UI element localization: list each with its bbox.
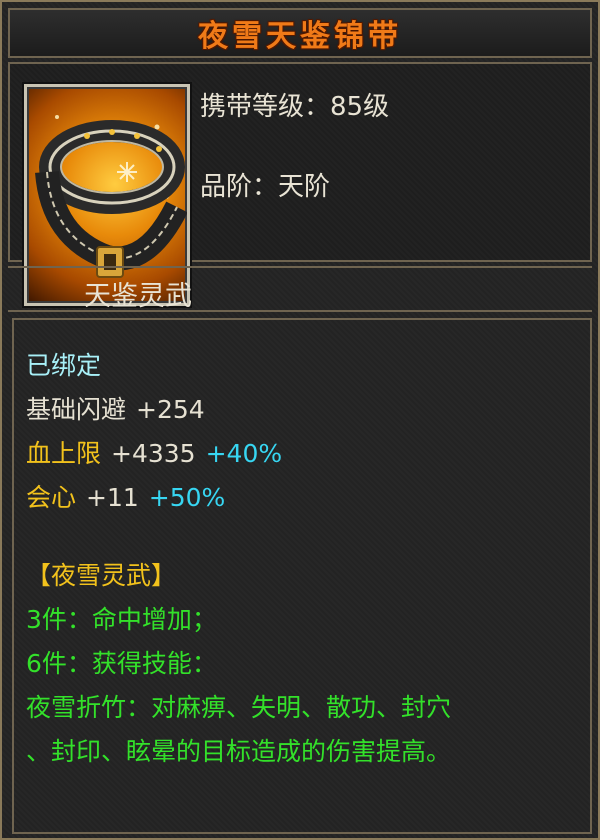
stat-value: +4335 (111, 439, 196, 468)
carry-level-value: 85级 (330, 92, 390, 122)
item-info-panel: 携带等级：85级 品阶：天阶 (8, 62, 592, 306)
stat-value: +11 (86, 483, 139, 512)
stat-row-dodge: 基础闪避 +254 (26, 390, 205, 426)
item-grade: 品阶：天阶 (200, 166, 330, 203)
category-row: 天鉴灵武 (8, 266, 592, 312)
stat-name: 血上限 (26, 439, 102, 468)
stat-name: 基础闪避 (26, 395, 127, 424)
stat-value: +254 (136, 395, 205, 424)
grade-value: 天阶 (278, 172, 331, 202)
stat-bonus: +50% (148, 483, 226, 512)
set-skill-line-1: 夜雪折竹：对麻痹、失明、散功、封穴 (26, 693, 452, 722)
stat-row-hp: 血上限 +4335 +40% (26, 434, 282, 470)
stat-name: 会心 (26, 483, 77, 512)
title-bar: 夜雪天鉴锦带 (8, 8, 592, 58)
item-category: 天鉴灵武 (84, 281, 192, 312)
attribute-panel: 已绑定 基础闪避 +254 血上限 +4335 +40% 会心 +11 +50% 【夜雪灵… (12, 318, 592, 834)
item-name: 夜雪天鉴锦带 (198, 19, 402, 54)
grade-label: 品阶： (200, 172, 279, 202)
set-skill-line-2: 、封印、眩晕的目标造成的伤害提高。 (26, 737, 452, 766)
set-title: 【夜雪灵武】 (26, 561, 177, 590)
set-bonus-6: 6件：获得技能： (26, 649, 217, 678)
stat-bonus: +40% (205, 439, 283, 468)
carry-level: 携带等级：85级 (200, 86, 389, 123)
bound-status: 已绑定 (26, 351, 102, 380)
carry-level-label: 携带等级： (200, 92, 331, 122)
stat-row-crit: 会心 +11 +50% (26, 478, 225, 514)
item-tooltip: 夜雪天鉴锦带 携带等级：85级 品阶：天阶 天鉴灵武 已绑定 基础闪避 +254… (0, 0, 600, 840)
set-bonus-3: 3件：命中增加； (26, 605, 217, 634)
